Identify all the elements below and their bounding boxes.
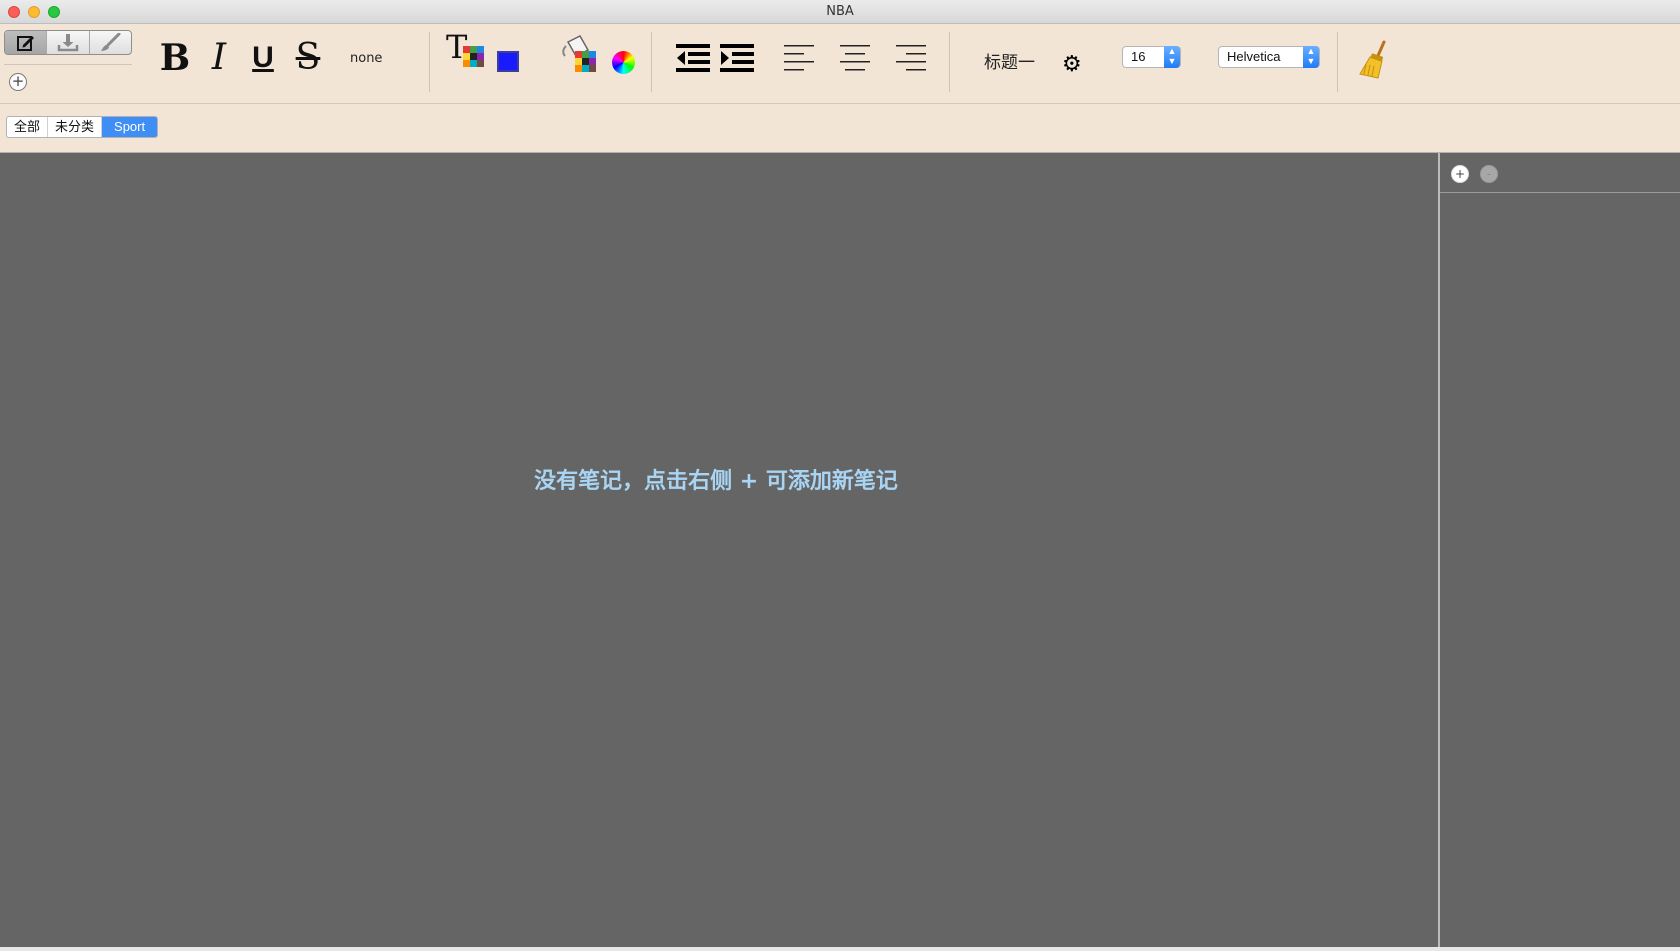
toolbar-separator (4, 64, 132, 65)
remove-note-button[interactable]: - (1480, 165, 1498, 183)
format-toolbar: + B I U S none T 标题一 ⚙ 16 ▲ ▼ Helvetica … (0, 24, 1680, 104)
stepper-arrows-icon[interactable]: ▲ ▼ (1164, 46, 1180, 68)
font-size-value: 16 (1131, 49, 1146, 64)
align-center-icon (840, 45, 870, 71)
broom-icon (1359, 40, 1386, 79)
side-panel-header: + - (1440, 153, 1680, 193)
indent-button[interactable] (720, 44, 754, 72)
italic-button[interactable]: I (202, 38, 236, 78)
font-family-value: Helvetica (1227, 49, 1281, 64)
toolbar-divider (949, 32, 950, 92)
notes-side-panel: + - (1440, 153, 1680, 951)
mode-segmented-control (4, 30, 132, 55)
clear-format-button[interactable] (1358, 40, 1394, 84)
toolbar-divider (651, 32, 652, 92)
align-right-icon (896, 45, 926, 71)
text-color-button[interactable]: T (446, 30, 486, 74)
edit-icon (16, 35, 34, 51)
brush-button[interactable] (90, 31, 131, 54)
bold-button[interactable]: B (158, 38, 192, 78)
window-title: NBA (826, 4, 854, 19)
outdent-icon (676, 44, 710, 72)
gear-icon[interactable]: ⚙ (1062, 52, 1082, 77)
add-category-button[interactable]: + (9, 73, 27, 91)
underline-button[interactable]: U (247, 38, 279, 78)
download-icon (57, 33, 79, 51)
toolbar-divider (1337, 32, 1338, 92)
category-tab-all[interactable]: 全部 (7, 117, 49, 137)
app-window: NBA + B I U S none T 标题一 ⚙ 16 ▲ ▼ Helvet… (0, 0, 1680, 951)
category-bar: 全部 未分类 Sport (0, 104, 1680, 153)
window-bottom-edge (0, 947, 1680, 951)
edit-mode-button[interactable] (5, 31, 48, 54)
color-wheel-icon[interactable] (612, 51, 635, 74)
text-style-value[interactable]: none (350, 51, 382, 66)
select-arrows-icon[interactable]: ▲ ▼ (1303, 46, 1319, 68)
add-note-button[interactable]: + (1451, 165, 1469, 183)
paint-bucket-icon (562, 35, 596, 72)
toolbar-divider (429, 32, 430, 92)
plus-icon: + (11, 72, 25, 90)
brush-icon (101, 32, 121, 51)
align-center-button[interactable] (840, 44, 872, 72)
indent-icon (720, 44, 754, 72)
category-tabs: 全部 未分类 Sport (6, 116, 159, 138)
text-color-swatch[interactable] (497, 51, 519, 72)
heading-style-label[interactable]: 标题一 (984, 48, 1035, 73)
align-left-button[interactable] (784, 44, 816, 72)
background-color-button[interactable] (560, 34, 600, 78)
font-size-stepper[interactable]: 16 ▲ ▼ (1122, 46, 1181, 68)
color-grid-icon (463, 46, 484, 67)
align-right-button[interactable] (896, 44, 928, 72)
note-content-area: 没有笔记，点击右侧 + 可添加新笔记 (0, 153, 1438, 951)
strikethrough-button[interactable]: S (291, 38, 325, 78)
category-tab-sport[interactable]: Sport (102, 117, 158, 137)
title-bar: NBA (0, 0, 1680, 24)
download-button[interactable] (47, 31, 90, 54)
empty-notes-message: 没有笔记，点击右侧 + 可添加新笔记 (534, 469, 898, 494)
category-tab-uncategorized[interactable]: 未分类 (48, 117, 103, 137)
outdent-button[interactable] (676, 44, 710, 72)
font-family-select[interactable]: Helvetica ▲ ▼ (1218, 46, 1320, 68)
align-left-icon (784, 45, 814, 71)
